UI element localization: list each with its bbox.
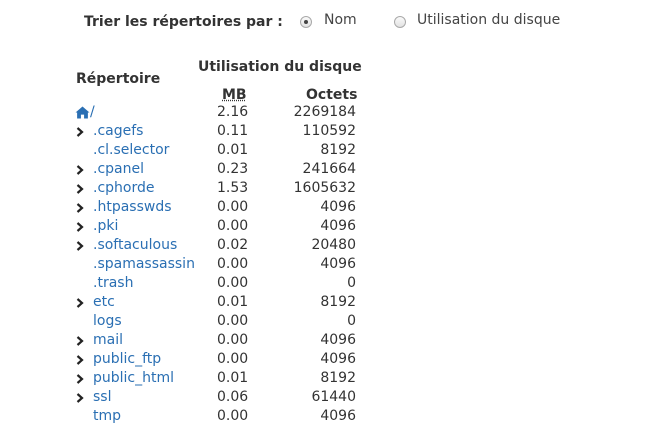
chevron-right-icon[interactable] [75, 222, 85, 232]
chevron-right-icon[interactable] [75, 203, 85, 213]
sort-by-name-radio[interactable] [300, 16, 312, 28]
size-mb: 0.01 [217, 142, 249, 158]
size-bytes: 4096 [320, 351, 356, 367]
size-bytes: 0 [347, 275, 356, 291]
table-row: / 2.16 2269184 [0, 103, 670, 122]
table-row: .cpanel 0.23 241664 [0, 160, 670, 179]
chevron-right-icon[interactable] [75, 393, 85, 403]
size-mb: 2.16 [217, 104, 249, 120]
size-bytes: 20480 [311, 237, 356, 253]
directory-link[interactable]: .cphorde [93, 179, 154, 198]
directory-link[interactable]: etc [93, 293, 115, 312]
size-mb: 0.01 [217, 370, 249, 386]
table-row: .cphorde 1.53 1605632 [0, 179, 670, 198]
directory-link[interactable]: .cagefs [93, 122, 143, 141]
size-bytes: 4096 [320, 218, 356, 234]
chevron-right-icon[interactable] [75, 336, 85, 346]
directory-column-header: Répertoire [76, 71, 161, 87]
size-mb: 0.00 [217, 199, 249, 215]
chevron-right-icon[interactable] [75, 184, 85, 194]
directory-link[interactable]: .softaculous [93, 236, 177, 255]
size-mb: 1.53 [217, 180, 249, 196]
table-row: .spamassassin 0.00 4096 [0, 255, 670, 274]
bytes-column-header: Octets [306, 87, 358, 103]
home-icon[interactable] [75, 106, 90, 119]
size-mb: 0.02 [217, 237, 249, 253]
directory-link[interactable]: logs [93, 312, 122, 331]
size-mb: 0.06 [217, 389, 249, 405]
size-bytes: 8192 [320, 370, 356, 386]
sort-by-name-label[interactable]: Nom [324, 12, 357, 28]
directory-link[interactable]: tmp [93, 407, 121, 426]
size-mb: 0.00 [217, 275, 249, 291]
size-mb: 0.00 [217, 313, 249, 329]
size-mb: 0.00 [217, 332, 249, 348]
size-bytes: 4096 [320, 408, 356, 424]
size-bytes: 2269184 [293, 104, 356, 120]
directory-link[interactable]: ssl [93, 388, 111, 407]
size-bytes: 61440 [311, 389, 356, 405]
size-bytes: 110592 [302, 123, 356, 139]
size-bytes: 4096 [320, 199, 356, 215]
table-row: .cl.selector 0.01 8192 [0, 141, 670, 160]
size-mb: 0.11 [217, 123, 249, 139]
table-row: logs 0.00 0 [0, 312, 670, 331]
size-mb: 0.23 [217, 161, 249, 177]
size-bytes: 8192 [320, 294, 356, 310]
table-row: .softaculous 0.02 20480 [0, 236, 670, 255]
directory-table: / 2.16 2269184 .cagefs 0.11 110592 .cl.selecto… [0, 103, 670, 426]
directory-link[interactable]: public_ftp [93, 350, 161, 369]
table-row: ssl 0.06 61440 [0, 388, 670, 407]
mb-column-header: MB [222, 87, 247, 103]
directory-link[interactable]: .cpanel [93, 160, 144, 179]
directory-link[interactable]: .trash [93, 274, 133, 293]
size-mb: 0.00 [217, 256, 249, 272]
table-row: .cagefs 0.11 110592 [0, 122, 670, 141]
table-row: tmp 0.00 4096 [0, 407, 670, 426]
directory-link[interactable]: .spamassassin [93, 255, 195, 274]
size-mb: 0.00 [217, 218, 249, 234]
table-row: .trash 0.00 0 [0, 274, 670, 293]
sort-label: Trier les répertoires par : [84, 14, 283, 30]
chevron-right-icon[interactable] [75, 298, 85, 308]
chevron-right-icon[interactable] [75, 241, 85, 251]
directory-link[interactable]: public_html [93, 369, 174, 388]
size-bytes: 0 [347, 313, 356, 329]
table-row: .pki 0.00 4096 [0, 217, 670, 236]
table-row: mail 0.00 4096 [0, 331, 670, 350]
sort-by-disk-usage-radio[interactable] [394, 16, 406, 28]
chevron-right-icon[interactable] [75, 374, 85, 384]
table-row: public_ftp 0.00 4096 [0, 350, 670, 369]
directory-link[interactable]: .pki [93, 217, 118, 236]
size-bytes: 241664 [302, 161, 356, 177]
chevron-right-icon[interactable] [75, 127, 85, 137]
directory-link[interactable]: mail [93, 331, 123, 350]
sort-by-disk-usage-label[interactable]: Utilisation du disque [417, 12, 560, 28]
table-row: public_html 0.01 8192 [0, 369, 670, 388]
directory-link[interactable]: .htpasswds [93, 198, 172, 217]
size-bytes: 4096 [320, 332, 356, 348]
sort-bar: Trier les répertoires par : Nom Utilisat… [84, 11, 560, 33]
table-row: .htpasswds 0.00 4096 [0, 198, 670, 217]
size-mb: 0.00 [217, 351, 249, 367]
directory-link[interactable]: / [90, 103, 95, 122]
size-bytes: 8192 [320, 142, 356, 158]
chevron-right-icon[interactable] [75, 165, 85, 175]
size-bytes: 4096 [320, 256, 356, 272]
table-row: etc 0.01 8192 [0, 293, 670, 312]
size-mb: 0.01 [217, 294, 249, 310]
size-mb: 0.00 [217, 408, 249, 424]
disk-usage-column-header: Utilisation du disque [198, 59, 362, 75]
chevron-right-icon[interactable] [75, 355, 85, 365]
directory-link[interactable]: .cl.selector [93, 141, 169, 160]
size-bytes: 1605632 [293, 180, 356, 196]
